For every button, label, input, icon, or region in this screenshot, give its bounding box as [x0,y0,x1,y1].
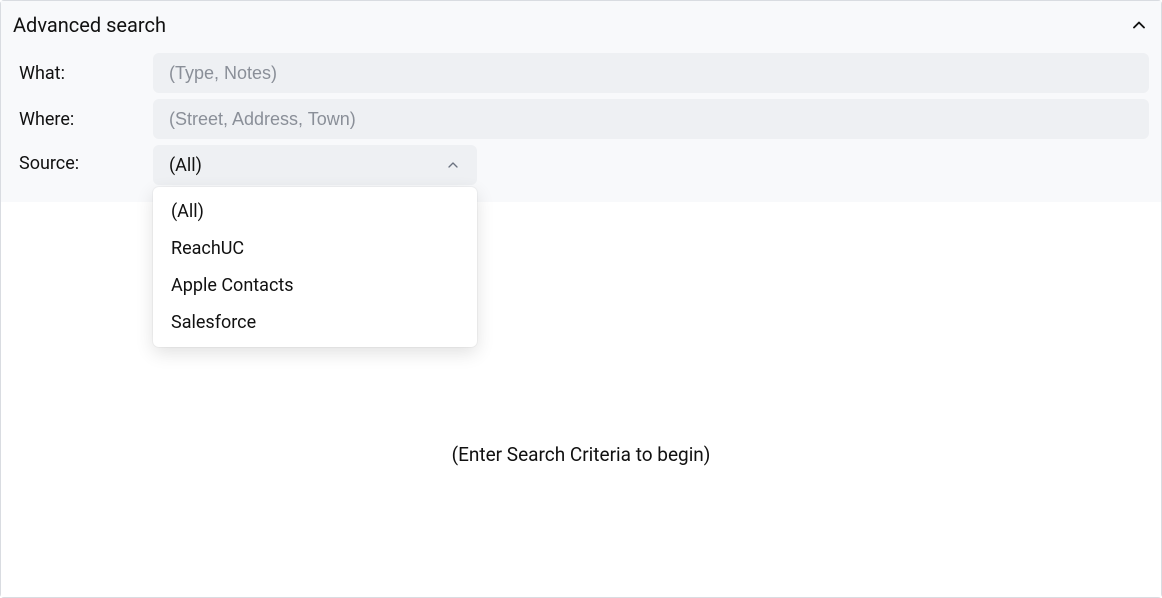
results-placeholder: (Enter Search Criteria to begin) [452,443,711,466]
chevron-up-icon[interactable] [1129,15,1149,35]
source-dropdown: (All) (All) ReachUC Apple Contacts Sales… [153,145,477,185]
source-option[interactable]: (All) [153,193,477,230]
panel-title: Advanced search [13,13,166,37]
source-selected-value: (All) [169,155,202,176]
where-row: Where: [13,99,1149,139]
source-label: Source: [13,145,153,174]
what-row: What: [13,53,1149,93]
search-form-section: Advanced search What: Where: Source: (Al… [1,1,1161,202]
chevron-up-icon [445,157,461,173]
what-label: What: [13,63,153,84]
source-option[interactable]: Apple Contacts [153,267,477,304]
where-label: Where: [13,109,153,130]
advanced-search-panel: Advanced search What: Where: Source: (Al… [0,0,1162,598]
source-option[interactable]: ReachUC [153,230,477,267]
source-dropdown-trigger[interactable]: (All) [153,145,477,185]
source-row: Source: (All) (All) ReachUC Apple Contac… [13,145,1149,185]
where-input[interactable] [153,99,1149,139]
source-option[interactable]: Salesforce [153,304,477,341]
panel-header: Advanced search [13,9,1149,47]
what-input[interactable] [153,53,1149,93]
source-dropdown-menu: (All) ReachUC Apple Contacts Salesforce [153,187,477,347]
